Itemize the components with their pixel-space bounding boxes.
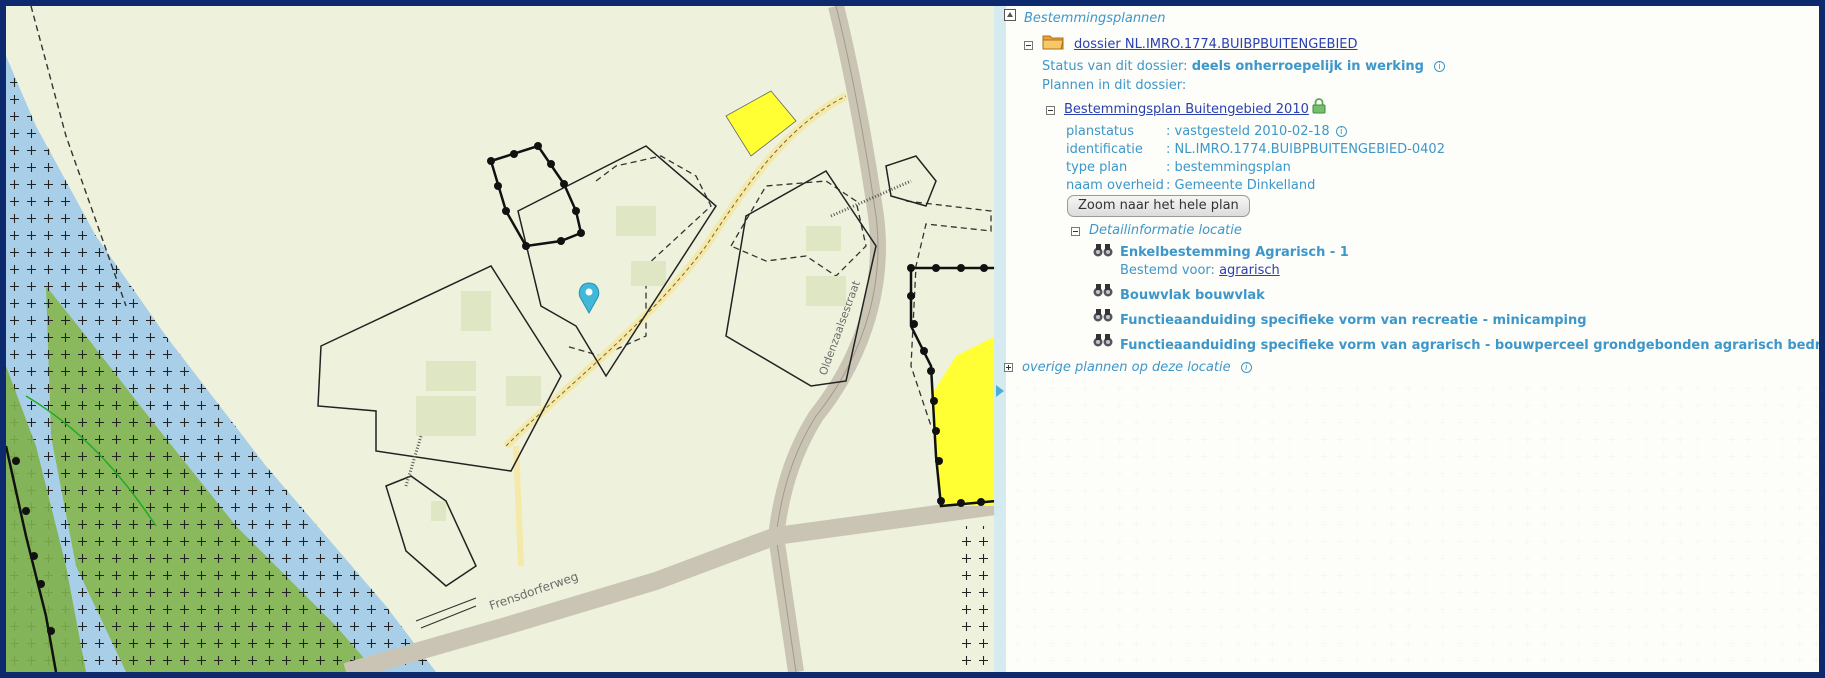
- dossier-collapse-toggle[interactable]: [1024, 41, 1033, 50]
- binoculars-icon[interactable]: [1092, 283, 1114, 297]
- bestemd-label: Bestemd voor:: [1120, 263, 1215, 278]
- bestemd-voor-row: Bestemd voor: agrarisch: [1120, 263, 1280, 279]
- item-functie-agrarisch[interactable]: Functieaanduiding specifieke vorm van ag…: [1120, 338, 1819, 354]
- root-label-bestemmingsplannen[interactable]: Bestemmingsplannen: [1024, 11, 1166, 27]
- dossier-link[interactable]: dossier NL.IMRO.1774.BUIBPBUITENGEBIED: [1074, 37, 1358, 53]
- status-label: Status van dit dossier:: [1042, 59, 1188, 74]
- status-row: Status van dit dossier: deels onherroepe…: [1042, 59, 1446, 75]
- detail-label[interactable]: Detailinformatie locatie: [1089, 223, 1242, 239]
- binoculars-icon[interactable]: [1092, 243, 1114, 257]
- bestemd-link[interactable]: agrarisch: [1219, 263, 1280, 278]
- meta-type-plan: type plan: bestemmingsplan: [1066, 160, 1291, 175]
- app-frame: Frensdorferweg Oldenzaalsestraat Bestemm…: [0, 0, 1825, 678]
- plans-label: Plannen in dit dossier:: [1042, 78, 1187, 93]
- other-plans-expand-toggle[interactable]: [1004, 363, 1013, 372]
- panel-collapse-arrow-icon[interactable]: [996, 385, 1004, 397]
- item-bouwvlak[interactable]: Bouwvlak bouwvlak: [1120, 288, 1265, 304]
- plan-collapse-toggle[interactable]: [1046, 106, 1055, 115]
- detail-collapse-toggle[interactable]: [1071, 227, 1080, 236]
- meta-naam-overheid: naam overheid: Gemeente Dinkelland: [1066, 178, 1316, 193]
- planstatus-info-icon[interactable]: i: [1335, 126, 1347, 137]
- lock-icon: [1312, 98, 1326, 114]
- meta-identificatie: identificatie: NL.IMRO.1774.BUIBPBUITENG…: [1066, 142, 1445, 157]
- folder-icon: [1042, 35, 1064, 50]
- other-plans-info-icon[interactable]: i: [1240, 362, 1252, 373]
- binoculars-icon[interactable]: [1092, 308, 1114, 322]
- meta-planstatus: planstatus: vastgesteld 2010-02-18 i: [1066, 124, 1347, 140]
- other-plans-label[interactable]: overige plannen op deze locatie: [1022, 360, 1231, 375]
- info-icon[interactable]: i: [1434, 61, 1446, 72]
- status-value: deels onherroepelijk in werking: [1191, 59, 1424, 74]
- layers-icon: [1004, 9, 1016, 21]
- field-hatch: [956, 526, 996, 672]
- item-functie-recreatie[interactable]: Functieaanduiding specifieke vorm van re…: [1120, 313, 1587, 329]
- other-plans-row: overige plannen op deze locatie i: [1022, 360, 1252, 376]
- item-enkelbestemming[interactable]: Enkelbestemming Agrarisch - 1: [1120, 245, 1349, 261]
- plan-link[interactable]: Bestemmingsplan Buitengebied 2010: [1064, 102, 1309, 118]
- zoom-to-plan-button[interactable]: Zoom naar het hele plan: [1067, 195, 1250, 217]
- binoculars-icon[interactable]: [1092, 333, 1114, 347]
